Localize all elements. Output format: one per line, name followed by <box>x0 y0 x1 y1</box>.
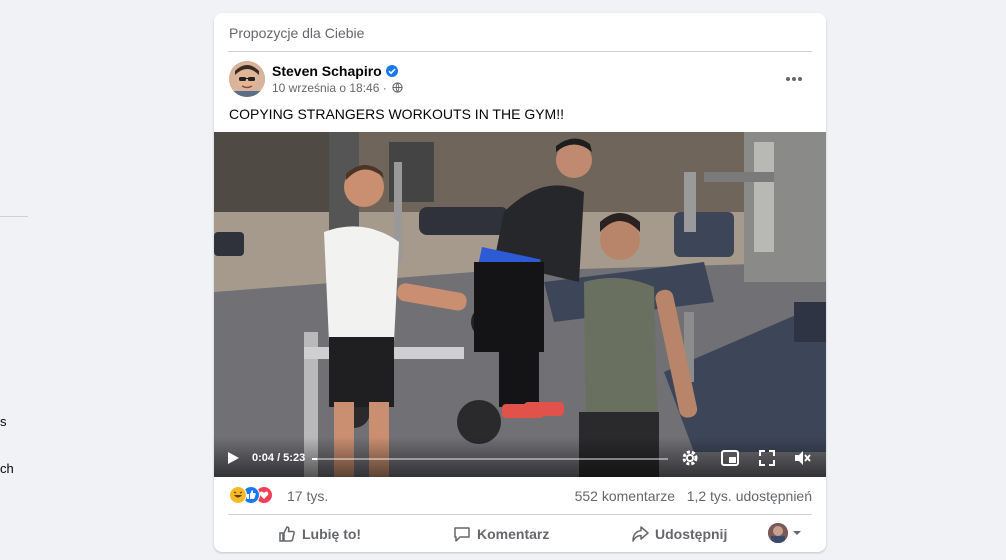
suggested-for-you-header: Propozycje dla Ciebie <box>229 25 365 41</box>
video-progress-bar[interactable] <box>312 458 668 460</box>
video-time: 0:04 / 5:23 <box>252 452 306 464</box>
reaction-count[interactable]: 17 tys. <box>287 488 328 504</box>
volume-muted-icon[interactable] <box>792 448 812 468</box>
fullscreen-icon[interactable] <box>757 448 777 468</box>
reaction-icons[interactable] <box>229 486 279 504</box>
share-button[interactable]: Udostępnij <box>631 519 727 549</box>
feed-post-card: Propozycje dla Ciebie Steven Schapiro 10… <box>214 13 826 552</box>
comment-button[interactable]: Komentarz <box>453 519 549 549</box>
share-button-label: Udostępnij <box>655 526 728 542</box>
post-actions-bar: Lubię to! Komentarz Udostępnij <box>228 519 812 549</box>
actions-divider <box>228 514 812 515</box>
like-button-label: Lubię to! <box>302 526 362 542</box>
avatar-image <box>229 61 265 97</box>
reactions-summary: 17 tys. 552 komentarze 1,2 tys. udostępn… <box>229 483 812 507</box>
picture-in-picture-icon[interactable] <box>720 448 740 468</box>
post-meta: 10 września o 18:46 · <box>272 81 403 96</box>
sidebar-divider <box>0 216 28 217</box>
like-icon <box>279 526 295 542</box>
author-name[interactable]: Steven Schapiro <box>272 63 382 79</box>
video-controls: 0:04 / 5:23 <box>214 437 826 477</box>
post-as-profile-selector[interactable] <box>768 523 802 543</box>
more-options-icon[interactable] <box>776 67 812 91</box>
share-icon <box>632 526 649 542</box>
left-sidebar: s ch <box>0 0 40 560</box>
author-avatar[interactable] <box>229 61 265 97</box>
post-timestamp[interactable]: 10 września o 18:46 · <box>272 81 387 95</box>
post-stats: 552 komentarze 1,2 tys. udostępnień <box>575 488 812 504</box>
share-count[interactable]: 1,2 tys. udostępnień <box>687 488 812 504</box>
chevron-down-icon <box>793 531 801 535</box>
gear-icon[interactable] <box>680 448 700 468</box>
video-player[interactable]: 0:04 / 5:23 <box>214 132 826 477</box>
like-button[interactable]: Lubię to! <box>278 519 361 549</box>
sidebar-item-fragment[interactable]: s <box>0 414 7 429</box>
header-divider <box>228 51 812 52</box>
globe-icon <box>392 82 403 96</box>
sidebar-item-fragment[interactable]: ch <box>0 461 14 476</box>
profile-avatar <box>768 523 788 543</box>
haha-reaction-icon <box>229 486 247 504</box>
comment-count[interactable]: 552 komentarze <box>575 488 675 504</box>
comment-button-label: Komentarz <box>477 526 550 542</box>
play-icon[interactable] <box>226 451 240 465</box>
author-name-line: Steven Schapiro <box>272 63 398 79</box>
video-frame <box>214 132 826 477</box>
verified-badge-icon <box>385 65 398 78</box>
comment-icon <box>454 527 470 542</box>
video-progress-fill <box>312 458 317 460</box>
post-caption: COPYING STRANGERS WORKOUTS IN THE GYM!! <box>229 106 564 122</box>
